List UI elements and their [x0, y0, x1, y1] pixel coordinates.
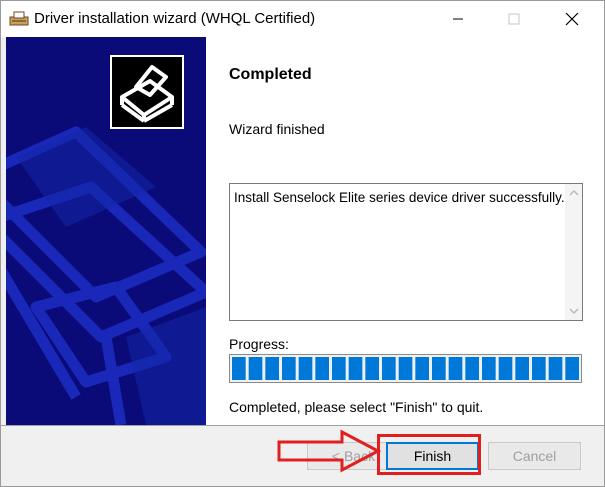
scroll-down-button[interactable] [565, 303, 582, 320]
progress-bar [229, 354, 582, 383]
window-title: Driver installation wizard (WHQL Certifi… [34, 10, 316, 27]
maximize-button [491, 1, 537, 37]
progress-segment [565, 357, 579, 380]
progress-segment [432, 357, 446, 380]
progress-segment [415, 357, 429, 380]
progress-segment [298, 357, 313, 380]
log-scrollbar[interactable] [565, 184, 582, 320]
minimize-button[interactable] [435, 1, 481, 37]
progress-segment [248, 357, 263, 380]
progress-segment [265, 357, 279, 380]
progress-segment [315, 357, 329, 380]
progress-segment [348, 357, 363, 380]
progress-segment [282, 357, 296, 380]
finish-highlight-box [377, 434, 481, 475]
progress-fill [232, 357, 579, 380]
maximize-icon [508, 13, 520, 25]
progress-segment [398, 357, 413, 380]
page-subtext: Wizard finished [229, 121, 325, 137]
progress-segment [332, 357, 346, 380]
progress-segment [448, 357, 463, 380]
page-heading: Completed [229, 66, 312, 83]
progress-segment [548, 357, 563, 380]
progress-label: Progress: [229, 336, 289, 352]
status-text: Completed, please select "Finish" to qui… [229, 399, 484, 415]
progress-segment [515, 357, 529, 380]
printer-icon [120, 65, 174, 123]
progress-segment [365, 357, 379, 380]
title-bar[interactable]: Driver installation wizard (WHQL Certifi… [1, 1, 604, 37]
close-icon [565, 12, 579, 26]
progress-segment [498, 357, 513, 380]
wizard-icon-frame [110, 55, 184, 129]
cancel-button[interactable]: Cancel [488, 442, 581, 470]
progress-segment [232, 357, 246, 380]
install-log-box[interactable]: Install Senselock Elite series device dr… [229, 183, 583, 321]
scroll-up-button[interactable] [565, 184, 582, 201]
chevron-up-icon [569, 190, 578, 196]
chevron-down-icon [569, 308, 578, 314]
wizard-side-panel [6, 37, 206, 425]
progress-segment [482, 357, 496, 380]
progress-segment [465, 357, 479, 380]
wizard-main-panel: Completed Wizard finished Install Sensel… [206, 37, 604, 425]
install-log-text: Install Senselock Elite series device dr… [234, 190, 565, 205]
progress-segment [532, 357, 546, 380]
arrow-right-icon [277, 429, 381, 473]
printer-icon [9, 11, 29, 26]
wizard-content: Completed Wizard finished Install Sensel… [6, 37, 604, 425]
close-button[interactable] [549, 1, 595, 37]
progress-segment [382, 357, 396, 380]
minimize-icon [453, 18, 463, 20]
wizard-window: Driver installation wizard (WHQL Certifi… [0, 0, 605, 487]
